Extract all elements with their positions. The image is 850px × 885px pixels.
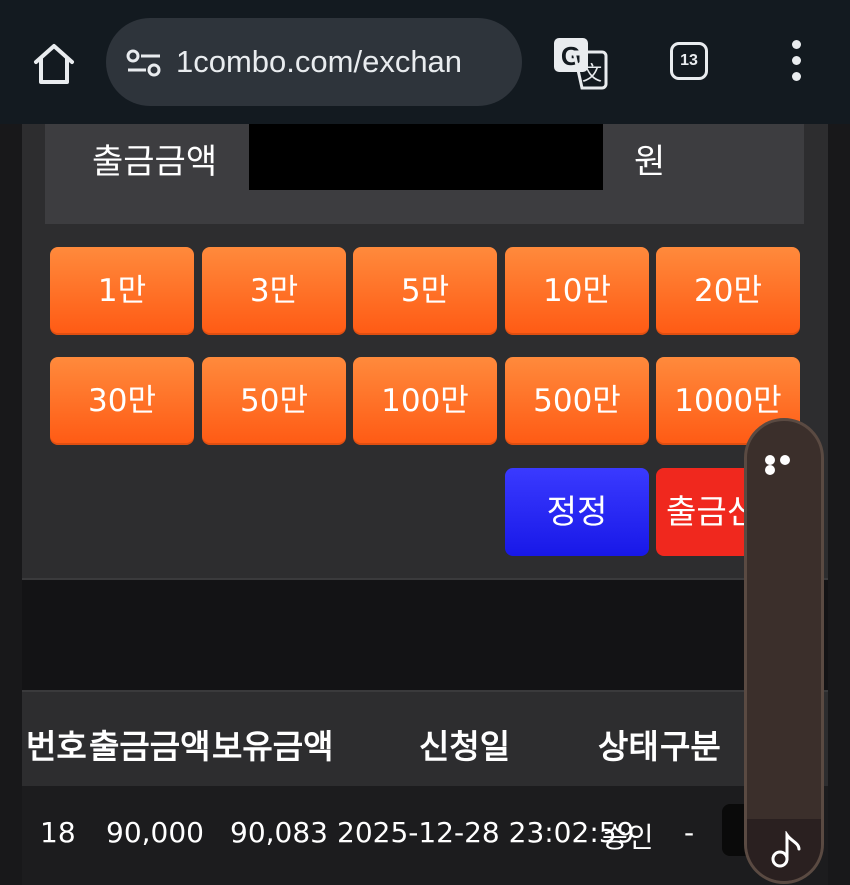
cell-type: -	[684, 816, 695, 849]
quick-amount-3man[interactable]: 3만	[202, 247, 346, 335]
cell-number: 18	[40, 816, 76, 849]
svg-text:文: 文	[582, 61, 602, 85]
widget-footer	[747, 819, 821, 881]
url-text: 1combo.com/exchan	[176, 44, 463, 79]
translate-icon[interactable]: G 文	[552, 36, 608, 90]
col-balance: 보유금액	[212, 727, 334, 766]
quick-amount-30man[interactable]: 30만	[50, 357, 194, 445]
music-note-icon[interactable]	[769, 831, 803, 869]
cell-balance: 90,083	[230, 816, 328, 849]
col-amount: 출금금액	[89, 727, 211, 766]
quick-amount-500man[interactable]: 500만	[505, 357, 649, 445]
address-bar[interactable]: 1combo.com/exchan	[106, 18, 522, 106]
amount-unit: 원	[634, 142, 666, 182]
correct-button[interactable]: 정정	[505, 468, 649, 556]
quick-amount-5man[interactable]: 5만	[353, 247, 497, 335]
cell-amount: 90,000	[106, 816, 204, 849]
floating-widget[interactable]	[744, 418, 824, 884]
amount-label: 출금금액	[92, 142, 218, 182]
more-vert-icon[interactable]	[788, 40, 804, 84]
quick-amount-20man[interactable]: 20만	[656, 247, 800, 335]
col-date: 신청일	[419, 727, 511, 766]
cell-date: 2025-12-28 23:02:59	[337, 816, 635, 849]
quick-amount-10man[interactable]: 10만	[505, 247, 649, 335]
site-settings-icon[interactable]	[124, 48, 164, 78]
browser-toolbar: 1combo.com/exchan G 文 13	[0, 0, 850, 124]
quick-amount-50man[interactable]: 50만	[202, 357, 346, 445]
home-icon[interactable]	[30, 40, 78, 88]
quick-amount-100man[interactable]: 100만	[353, 357, 497, 445]
tabs-icon[interactable]: 13	[670, 42, 708, 80]
col-number: 번호	[26, 727, 87, 766]
amount-input[interactable]	[249, 124, 603, 190]
cell-status: 승인	[602, 821, 654, 854]
col-type: 구분	[660, 727, 721, 766]
more-horizontal-icon[interactable]	[765, 455, 809, 475]
quick-amount-1man[interactable]: 1만	[50, 247, 194, 335]
section-divider	[22, 580, 828, 690]
col-status: 상태	[598, 727, 659, 766]
